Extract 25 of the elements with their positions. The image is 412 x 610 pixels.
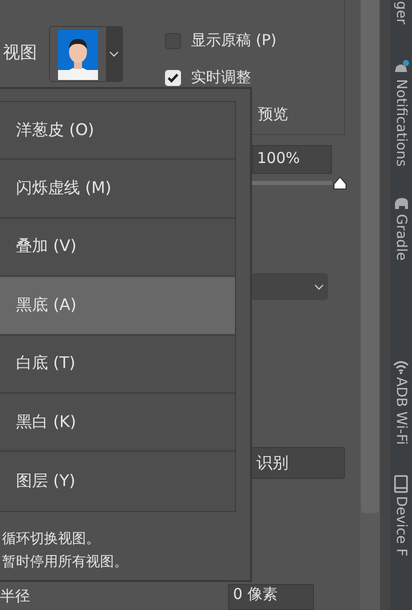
device-icon <box>394 475 408 494</box>
opacity-field[interactable]: 100% <box>252 145 332 174</box>
scrollbar[interactable] <box>360 0 380 610</box>
chevron-down-icon <box>314 284 324 290</box>
checkbox-label: 预览 <box>258 105 288 124</box>
view-dropdown[interactable] <box>49 26 123 82</box>
side-tab[interactable]: Gradle <box>393 214 409 260</box>
menu-item[interactable]: 黑底 (A) <box>0 277 235 336</box>
hint-text: 循环切换视图。 <box>2 530 101 549</box>
radius-label: 半径 <box>0 586 30 606</box>
chevron-down-icon <box>109 51 119 57</box>
slider-thumb[interactable] <box>332 176 348 190</box>
side-tab[interactable]: Notifications <box>393 79 409 167</box>
radius-field[interactable]: 0 像素 <box>228 584 314 610</box>
menu-item[interactable]: 白底 (T) <box>0 336 235 394</box>
side-tab[interactable]: Device F <box>393 496 409 557</box>
hint-text: 暂时停用所有视图。 <box>2 552 129 572</box>
dropdown[interactable] <box>252 273 328 300</box>
checkbox-label: 实时调整 <box>191 68 251 87</box>
view-label: 视图 <box>3 42 37 64</box>
side-tab[interactable]: ger <box>393 1 409 24</box>
wifi-icon <box>393 360 409 374</box>
checkbox-label: 显示原稿 (P) <box>191 31 277 50</box>
side-tab[interactable]: ADB Wi-Fi <box>393 377 409 446</box>
splitter-bar[interactable] <box>380 0 390 610</box>
